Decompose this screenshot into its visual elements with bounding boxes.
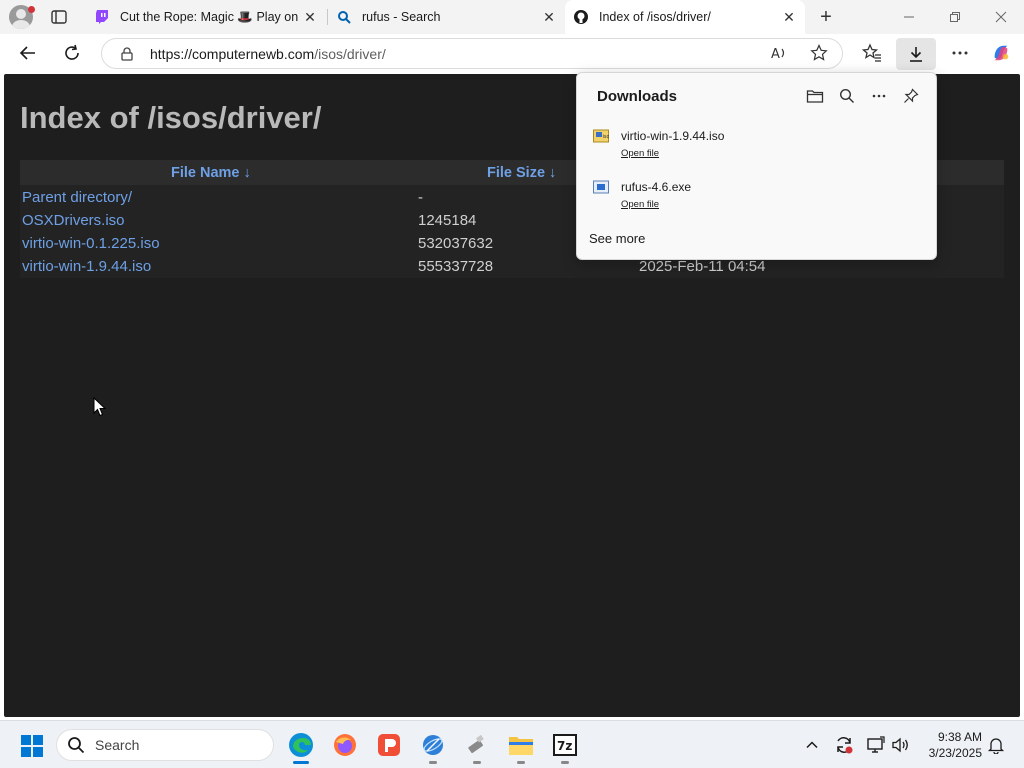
favorite-star-icon[interactable] (810, 44, 828, 62)
globe-app-icon[interactable] (419, 731, 447, 759)
usb-drive-app-icon[interactable] (463, 731, 491, 759)
download-item-virtio-win-1-9-44[interactable]: iso virtio-win-1.9.44.iso Open file (591, 125, 921, 165)
volume-icon[interactable] (890, 735, 910, 755)
tab-index-of-isos-driver[interactable]: Index of /isos/driver/ ✕ (565, 0, 805, 34)
close-icon[interactable]: ✕ (781, 9, 797, 25)
address-bar[interactable]: https://computernewb.com/isos/driver/ (101, 38, 843, 69)
download-icon (910, 47, 922, 62)
open-folder-icon[interactable] (805, 86, 825, 106)
downloads-title: Downloads (597, 88, 678, 105)
app-indicator (517, 761, 525, 764)
clock-time: 9:38 AM (937, 730, 982, 744)
file-size: 555337728 (418, 258, 494, 275)
open-file-link[interactable]: Open file (621, 199, 659, 210)
tab-title: rufus - Search (362, 10, 441, 24)
svg-text:iso: iso (603, 134, 610, 140)
new-tab-button[interactable]: + (816, 7, 836, 27)
file-link[interactable]: Parent directory/ (22, 189, 132, 206)
github-icon (573, 9, 589, 25)
back-button[interactable] (18, 43, 38, 63)
exe-icon (593, 180, 609, 194)
mouse-cursor-icon (93, 396, 107, 417)
sync-icon[interactable] (834, 735, 854, 755)
edge-app-icon[interactable] (287, 731, 315, 759)
download-file-name: virtio-win-1.9.44.iso (621, 129, 725, 143)
red-app-icon[interactable] (375, 731, 403, 759)
downloads-flyout: Downloads iso virtio-win-1.9.44.iso Open… (576, 72, 937, 260)
chevron-up-icon[interactable] (802, 735, 822, 755)
close-window-button[interactable] (978, 0, 1024, 34)
tab-cut-the-rope[interactable]: Cut the Rope: Magic 🎩 Play on C ✕ (86, 0, 326, 34)
search-icon (67, 736, 85, 754)
file-link[interactable]: virtio-win-1.9.44.iso (22, 258, 151, 275)
favorites-icon[interactable] (862, 43, 882, 63)
app-indicator (473, 761, 481, 764)
browser-toolbar: https://computernewb.com/isos/driver/ A (0, 34, 1024, 72)
notification-dot (28, 6, 35, 13)
file-explorer-icon[interactable] (507, 731, 535, 759)
search-placeholder: Search (95, 737, 140, 753)
close-icon[interactable]: ✕ (302, 9, 318, 25)
download-item-rufus-4-6[interactable]: rufus-4.6.exe Open file (591, 176, 921, 216)
firefox-app-icon[interactable] (331, 731, 359, 759)
svg-text:A: A (771, 47, 780, 62)
read-aloud-icon[interactable]: A (770, 44, 788, 62)
disc-image-icon: iso (593, 129, 610, 143)
taskbar: Search 7z 9:38 AM 3/23/2025 (0, 720, 1024, 768)
column-header-file-name[interactable]: File Name ↓ (171, 165, 251, 181)
lock-icon[interactable] (120, 46, 134, 61)
system-clock[interactable]: 9:38 AM 3/23/2025 (920, 729, 982, 761)
page-title: Index of /isos/driver/ (20, 100, 322, 135)
tab-actions-icon[interactable] (50, 8, 68, 26)
file-size: 1245184 (418, 212, 477, 229)
active-app-indicator (293, 761, 309, 764)
more-options-icon[interactable] (950, 43, 970, 63)
open-file-link[interactable]: Open file (621, 148, 659, 159)
search-icon (336, 9, 352, 25)
tab-bar: Cut the Rope: Magic 🎩 Play on C ✕ rufus … (0, 0, 1024, 34)
downloads-button[interactable] (896, 38, 936, 70)
download-file-name: rufus-4.6.exe (621, 180, 692, 194)
app-indicator (429, 761, 437, 764)
file-size: - (418, 189, 423, 206)
copilot-icon[interactable] (991, 43, 1011, 63)
search-downloads-icon[interactable] (837, 86, 857, 106)
twitch-icon (94, 9, 110, 25)
clock-date: 3/23/2025 (928, 746, 982, 760)
taskbar-search-box[interactable]: Search (56, 729, 274, 761)
column-header-file-size[interactable]: File Size ↓ (487, 165, 556, 181)
file-size: 532037632 (418, 235, 494, 252)
restore-button[interactable] (932, 0, 978, 34)
more-options-icon[interactable] (869, 86, 889, 106)
svg-text:7z: 7z (557, 739, 572, 753)
windows-start-icon[interactable] (21, 735, 43, 757)
tab-rufus-search[interactable]: rufus - Search ✕ (328, 0, 565, 34)
app-indicator (561, 761, 569, 764)
file-link[interactable]: virtio-win-0.1.225.iso (22, 235, 160, 252)
file-link[interactable]: OSXDrivers.iso (22, 212, 125, 229)
network-icon[interactable] (866, 735, 886, 755)
minimize-button[interactable] (886, 0, 932, 34)
tab-title: Index of /isos/driver/ (599, 10, 711, 24)
notifications-bell-icon[interactable] (986, 735, 1006, 755)
see-more-link[interactable]: See more (589, 231, 645, 246)
7zip-app-icon[interactable]: 7z (551, 731, 579, 759)
file-date: 2025-Feb-11 04:54 (639, 258, 766, 275)
close-icon[interactable]: ✕ (541, 9, 557, 25)
tab-title: Cut the Rope: Magic 🎩 Play on C (120, 9, 302, 24)
pin-icon[interactable] (901, 86, 921, 106)
refresh-button[interactable] (62, 43, 82, 63)
url-text: https://computernewb.com/isos/driver/ (150, 45, 386, 62)
